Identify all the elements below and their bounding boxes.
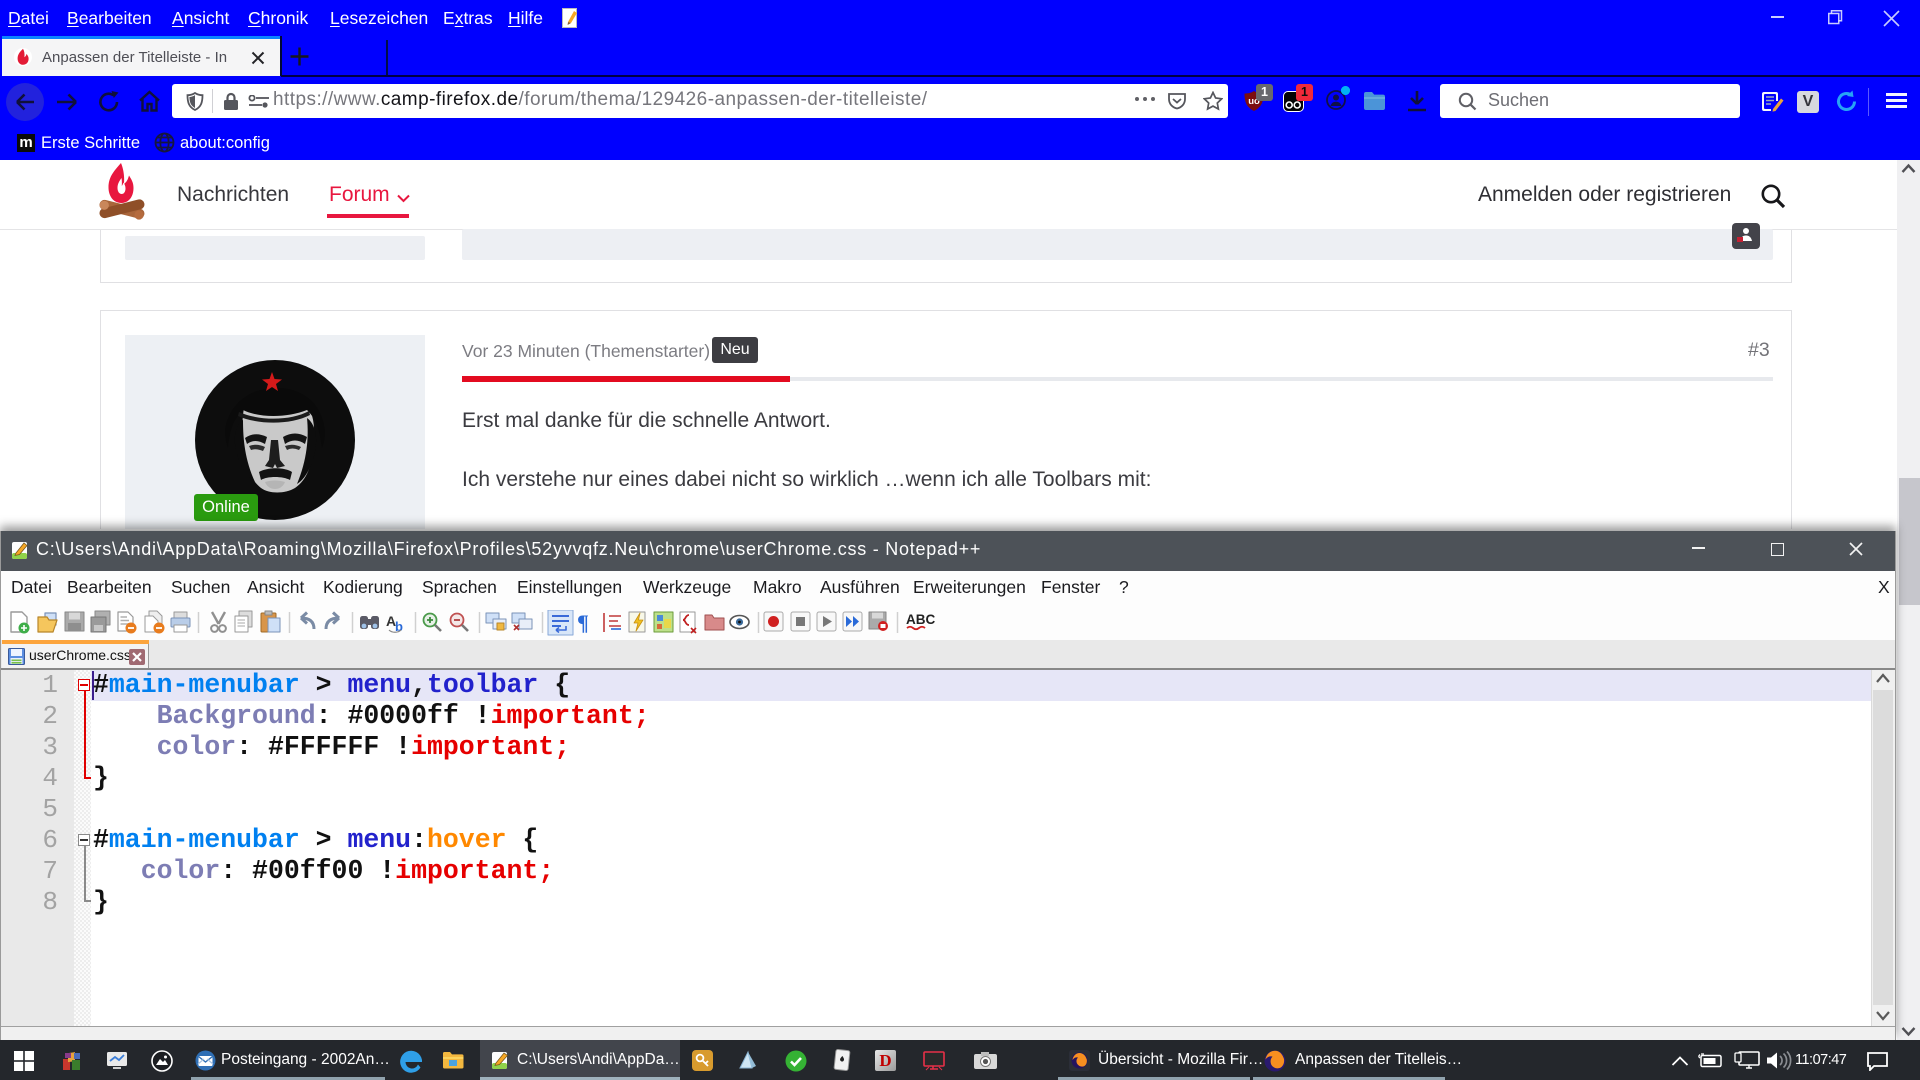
svg-text:ABC: ABC <box>906 612 935 627</box>
svg-text:¶: ¶ <box>577 610 589 635</box>
